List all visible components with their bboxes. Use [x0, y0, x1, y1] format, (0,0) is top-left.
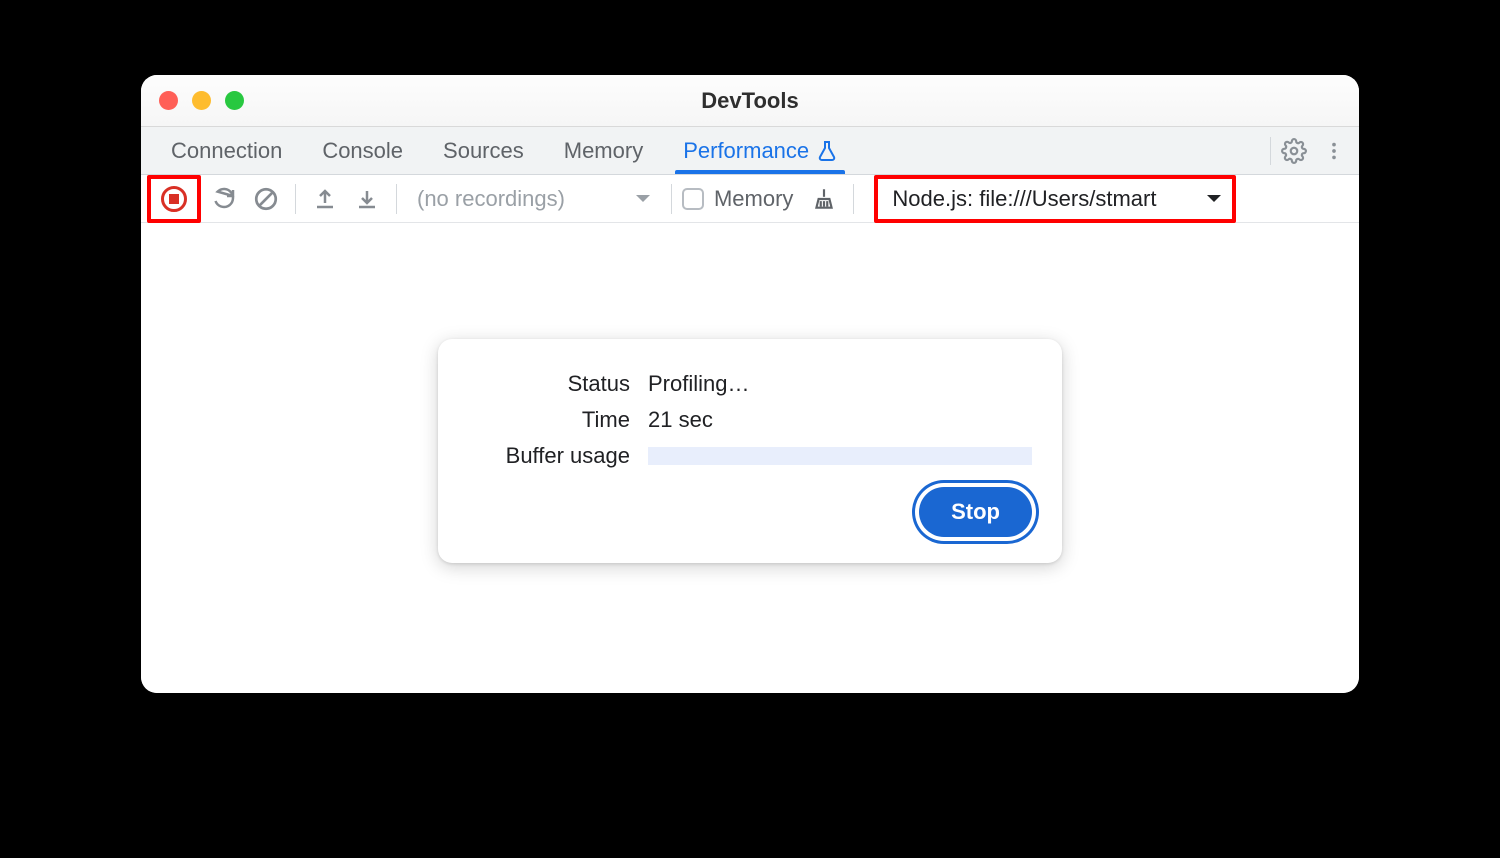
- separator: [295, 184, 296, 214]
- maximize-window-button[interactable]: [225, 91, 244, 110]
- download-icon: [355, 187, 379, 211]
- target-dropdown[interactable]: Node.js: file:///Users/stmart: [878, 179, 1232, 219]
- close-window-button[interactable]: [159, 91, 178, 110]
- annotation-highlight-target: Node.js: file:///Users/stmart: [874, 175, 1236, 223]
- window-titlebar: DevTools: [141, 75, 1359, 127]
- minimize-window-button[interactable]: [192, 91, 211, 110]
- stop-record-icon: [169, 194, 179, 204]
- target-selected-label: Node.js: file:///Users/stmart: [892, 186, 1156, 212]
- block-icon: [253, 186, 279, 212]
- download-button[interactable]: [348, 180, 386, 218]
- time-row: Time 21 sec: [468, 407, 1032, 433]
- time-label: Time: [468, 407, 648, 433]
- memory-label: Memory: [714, 186, 793, 212]
- tab-sources[interactable]: Sources: [423, 127, 544, 174]
- record-button[interactable]: [161, 186, 187, 212]
- stop-button-label: Stop: [951, 499, 1000, 524]
- buffer-usage-bar: [648, 447, 1032, 465]
- recordings-placeholder: (no recordings): [417, 186, 565, 212]
- memory-toggle-group: Memory: [682, 186, 793, 212]
- time-value: 21 sec: [648, 407, 713, 433]
- separator: [396, 184, 397, 214]
- panel-tabbar: Connection Console Sources Memory Perfor…: [141, 127, 1359, 175]
- chevron-down-icon: [635, 193, 651, 205]
- devtools-window: DevTools Connection Console Sources Memo…: [141, 75, 1359, 693]
- tab-label: Console: [322, 138, 403, 164]
- tab-label: Performance: [683, 138, 809, 164]
- tab-connection[interactable]: Connection: [151, 127, 302, 174]
- separator: [853, 184, 854, 214]
- performance-toolbar: (no recordings) Memory Node.js: file:///…: [141, 175, 1359, 223]
- memory-checkbox[interactable]: [682, 188, 704, 210]
- settings-button[interactable]: [1277, 134, 1311, 168]
- garbage-collect-button[interactable]: [805, 180, 843, 218]
- recordings-dropdown[interactable]: (no recordings): [407, 186, 661, 212]
- stop-button[interactable]: Stop: [919, 487, 1032, 537]
- upload-icon: [313, 187, 337, 211]
- flask-icon: [817, 140, 837, 162]
- gear-icon: [1281, 138, 1307, 164]
- performance-content: Status Profiling… Time 21 sec Buffer usa…: [141, 223, 1359, 693]
- tab-label: Sources: [443, 138, 524, 164]
- tab-label: Memory: [564, 138, 643, 164]
- tab-memory[interactable]: Memory: [544, 127, 663, 174]
- traffic-lights: [159, 91, 244, 110]
- window-title: DevTools: [141, 88, 1359, 114]
- separator: [671, 184, 672, 214]
- clear-button[interactable]: [247, 180, 285, 218]
- tab-console[interactable]: Console: [302, 127, 423, 174]
- reload-icon: [212, 187, 236, 211]
- divider: [1270, 137, 1271, 165]
- status-row: Status Profiling…: [468, 371, 1032, 397]
- chevron-down-icon: [1206, 193, 1222, 205]
- more-button[interactable]: [1317, 134, 1351, 168]
- reload-button[interactable]: [205, 180, 243, 218]
- tab-performance[interactable]: Performance: [663, 127, 857, 174]
- buffer-label: Buffer usage: [468, 443, 648, 469]
- broom-icon: [811, 186, 837, 212]
- buffer-row: Buffer usage: [468, 443, 1032, 469]
- status-label: Status: [468, 371, 648, 397]
- profiling-status-panel: Status Profiling… Time 21 sec Buffer usa…: [438, 339, 1062, 563]
- status-value: Profiling…: [648, 371, 749, 397]
- annotation-highlight-record: [147, 175, 201, 223]
- tab-label: Connection: [171, 138, 282, 164]
- more-vertical-icon: [1323, 140, 1345, 162]
- upload-button[interactable]: [306, 180, 344, 218]
